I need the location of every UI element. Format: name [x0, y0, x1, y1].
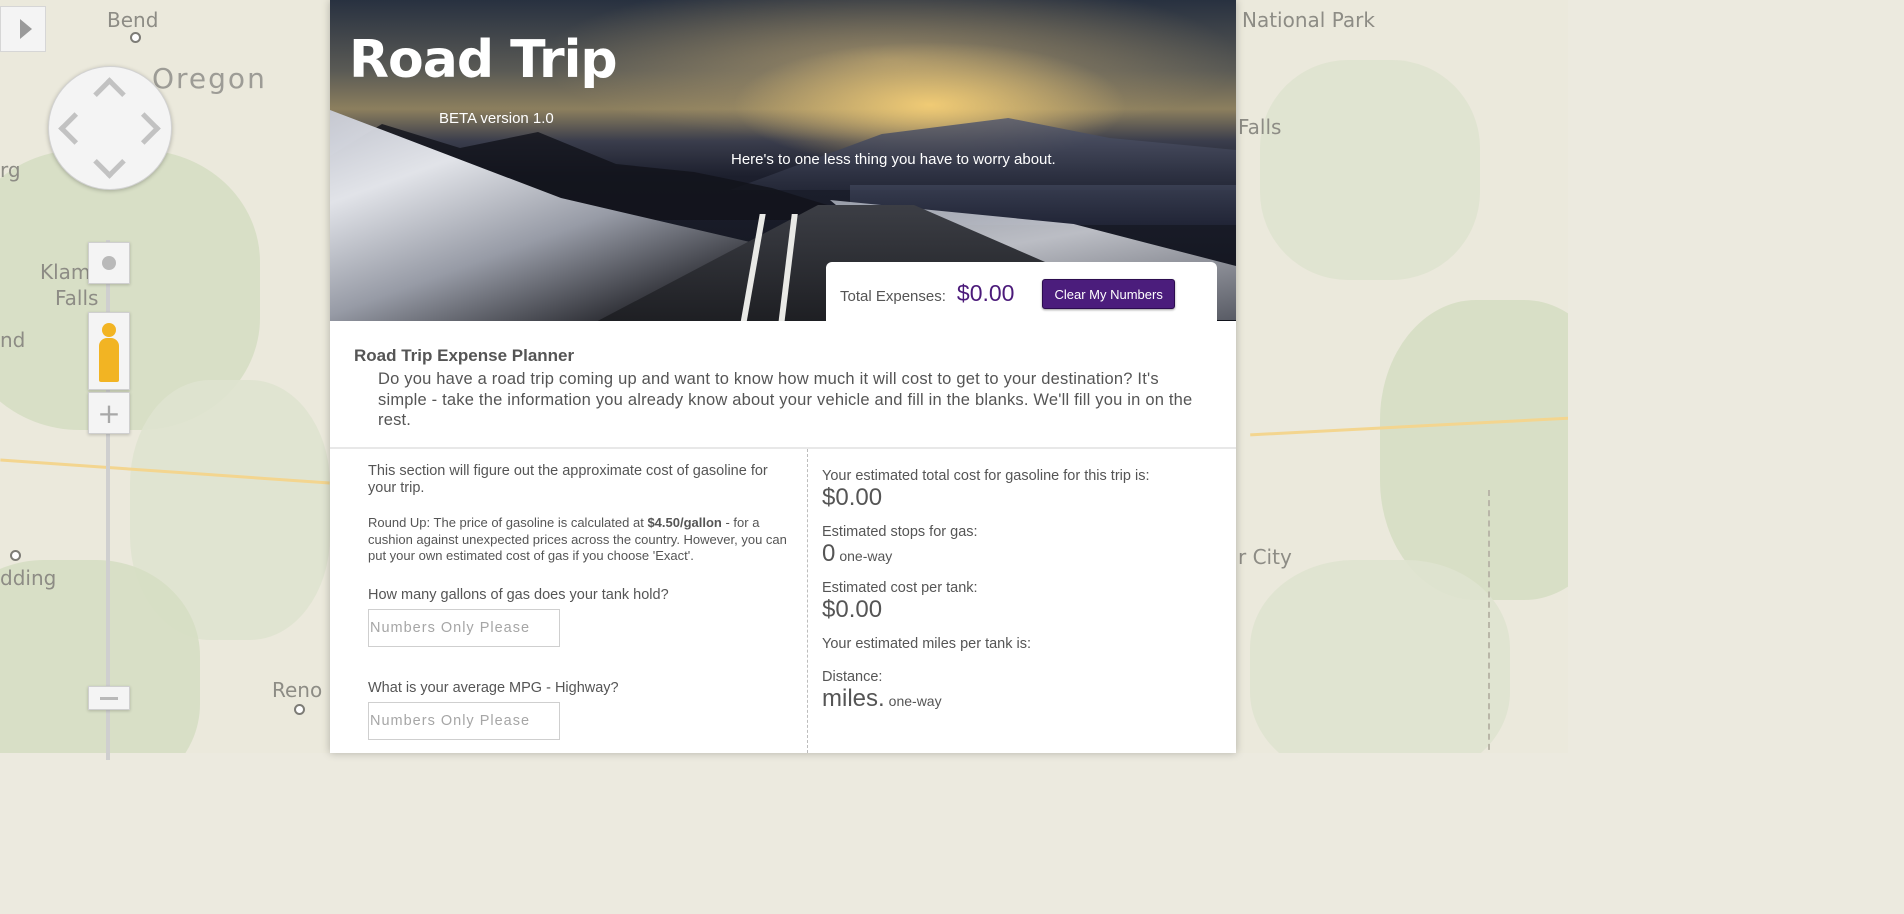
pegman-icon	[102, 323, 116, 337]
pan-up-icon[interactable]	[93, 77, 126, 110]
tank-capacity-question: How many gallons of gas does your tank h…	[368, 586, 669, 603]
mpg-highway-input[interactable]	[368, 701, 560, 740]
gas-stops-value: 0	[822, 540, 836, 567]
map-label: Bend	[107, 8, 159, 32]
distance-label: Distance:	[822, 669, 883, 685]
clear-numbers-button[interactable]: Clear My Numbers	[1042, 279, 1175, 309]
cost-per-tank-label: Estimated cost per tank:	[822, 580, 978, 596]
main-panel: Road Trip BETA version 1.0 Here's to one…	[330, 0, 1236, 753]
section-heading: Road Trip Expense Planner	[354, 346, 575, 365]
distance-value: miles.	[822, 685, 885, 712]
beta-version-label: BETA version 1.0	[439, 110, 554, 127]
total-expenses-value: $0.00	[956, 279, 1015, 306]
street-view-pegman[interactable]	[88, 312, 130, 390]
map-controls-toggle[interactable]	[0, 6, 46, 52]
distance-unit: one-way	[888, 693, 942, 709]
pan-left-icon[interactable]	[58, 112, 91, 145]
map-label: r City	[1238, 545, 1292, 569]
map-label: Reno	[272, 678, 323, 702]
miles-per-tank-label: Your estimated miles per tank is:	[822, 636, 1032, 652]
map-pan-control[interactable]	[48, 66, 172, 190]
total-gas-cost-label: Your estimated total cost for gasoline f…	[822, 468, 1150, 484]
locate-icon	[102, 256, 116, 270]
gas-stops-unit: one-way	[839, 548, 893, 564]
gas-stops-label: Estimated stops for gas:	[822, 524, 978, 540]
map-label: Falls	[1238, 115, 1282, 139]
map-label: nd	[0, 328, 26, 352]
total-expenses-box: Total Expenses: $0.00 Clear My Numbers	[826, 262, 1217, 321]
map-label: National Park	[1242, 8, 1375, 32]
tagline: Here's to one less thing you have to wor…	[731, 151, 1056, 168]
calculator-section: This section will figure out the approxi…	[330, 449, 1236, 753]
mpg-question: What is your average MPG - Highway?	[368, 679, 619, 696]
column-divider	[807, 449, 808, 753]
zoom-slider-handle[interactable]	[88, 686, 130, 710]
page-title: Road Trip	[349, 30, 618, 90]
total-gas-cost-value: $0.00	[822, 484, 883, 511]
locate-button[interactable]	[88, 242, 130, 284]
map-label: Klam	[40, 260, 91, 284]
map-label: rg	[0, 158, 21, 182]
map-label: Falls	[55, 286, 99, 310]
expand-icon	[20, 19, 32, 39]
minus-icon	[100, 696, 118, 700]
intro-section: Road Trip Expense Planner Do you have a …	[330, 321, 1236, 449]
map-label: dding	[0, 566, 57, 590]
tank-capacity-input[interactable]	[368, 608, 560, 647]
intro-text: Do you have a road trip coming up and wa…	[378, 370, 1193, 429]
pan-right-icon[interactable]	[128, 112, 161, 145]
gas-input-column: This section will figure out the approxi…	[368, 463, 788, 740]
pan-down-icon[interactable]	[93, 146, 126, 179]
gas-price: $4.50/gallon	[647, 515, 722, 530]
results-column: Your estimated total cost for gasoline f…	[822, 468, 1152, 725]
zoom-in-button[interactable]: +	[88, 392, 130, 434]
cost-per-tank-value: $0.00	[822, 596, 883, 623]
gas-section-description: This section will figure out the approxi…	[368, 463, 768, 496]
total-expenses-label: Total Expenses:	[840, 287, 946, 305]
map-label: Oregon	[152, 62, 267, 95]
roundup-note: Round Up: The price of gasoline is calcu…	[368, 515, 787, 563]
header-banner: Road Trip BETA version 1.0 Here's to one…	[330, 0, 1236, 321]
